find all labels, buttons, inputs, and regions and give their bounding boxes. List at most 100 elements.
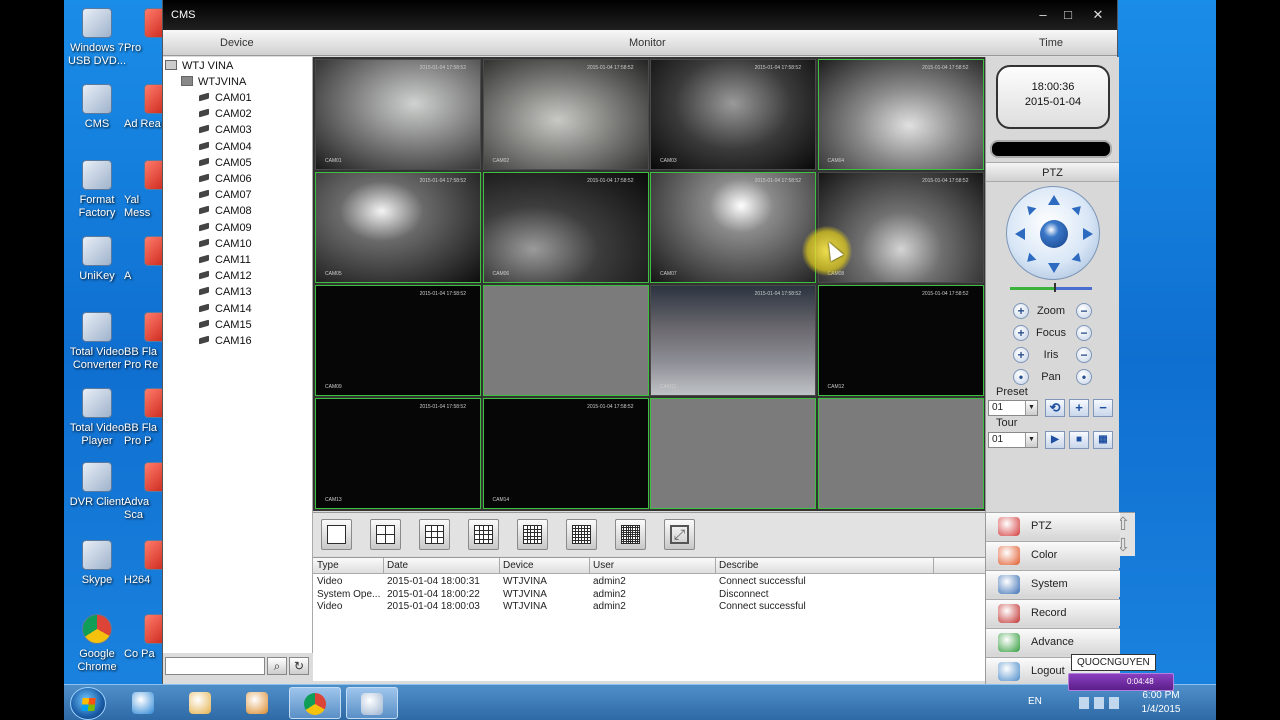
camera-view-cam06[interactable]: 2015-01-04 17:58:52 CAM06 <box>482 172 649 283</box>
camera-view-cam12[interactable]: 2015-01-04 17:58:52 CAM12 <box>817 285 984 396</box>
layout-25-button[interactable] <box>517 519 548 550</box>
flag-icon[interactable] <box>1109 697 1119 709</box>
camera-view-cam14[interactable]: 2015-01-04 17:58:52 CAM14 <box>482 398 649 509</box>
arrow-right-icon[interactable] <box>1083 228 1093 240</box>
tour-grid-icon[interactable]: ▦ <box>1093 431 1113 449</box>
preset-select[interactable]: 01 ▼ <box>988 400 1038 416</box>
layout-fullscreen-button[interactable]: ⤢ <box>664 519 695 550</box>
desktop-shortcut[interactable]: Pro <box>124 8 174 55</box>
layout-9-button[interactable] <box>419 519 450 550</box>
arrow-up-left-icon[interactable] <box>1023 202 1037 216</box>
ptz-center-button[interactable] <box>1040 220 1068 248</box>
tour-play-icon[interactable]: ▶ <box>1045 431 1065 449</box>
desktop-shortcut[interactable]: Ad Rea <box>124 84 174 131</box>
table-row[interactable]: Video 2015-01-04 18:00:03 WTJVINA admin2 Con… <box>313 601 985 614</box>
tree-camera-cam15[interactable]: CAM15 <box>199 317 252 333</box>
tree-camera-cam16[interactable]: CAM16 <box>199 333 252 349</box>
taskbar-app-cms[interactable] <box>346 687 398 719</box>
camera-view-cam10[interactable] <box>482 285 649 396</box>
tree-camera-cam09[interactable]: CAM09 <box>199 220 252 236</box>
menu-color[interactable]: Color <box>986 541 1120 568</box>
taskbar-app-media-player[interactable] <box>232 687 284 719</box>
menu-advance[interactable]: Advance <box>986 628 1120 655</box>
camera-view-cam03[interactable]: 2015-01-04 17:58:52 CAM03 <box>650 59 816 170</box>
focus-decrease-icon[interactable]: − <box>1076 325 1092 341</box>
log-column-describe[interactable]: Describe <box>719 560 758 571</box>
desktop-shortcut[interactable]: CMS <box>64 84 130 131</box>
tree-camera-cam14[interactable]: CAM14 <box>199 301 252 317</box>
desktop-shortcut[interactable]: Total Video Converter <box>64 312 130 372</box>
media-mini-player[interactable]: 0:04:48 <box>1068 673 1174 691</box>
arrow-up-icon[interactable] <box>1048 195 1060 205</box>
maximize-button[interactable]: □ <box>1061 8 1075 22</box>
table-row[interactable]: Video 2015-01-04 18:00:31 WTJVINA admin2 Con… <box>313 576 985 589</box>
minimize-button[interactable]: – <box>1036 8 1050 22</box>
ptz-speed-slider[interactable] <box>1010 283 1092 292</box>
layout-36-button[interactable] <box>566 519 597 550</box>
table-row[interactable]: System Ope... 2015-01-04 18:00:22 WTJVINA a… <box>313 589 985 602</box>
desktop-shortcut[interactable]: Format Factory <box>64 160 130 220</box>
preset-call-icon[interactable]: ⟲ <box>1045 399 1065 417</box>
camera-view-cam07[interactable]: 2015-01-04 17:58:52 CAM07 <box>650 172 816 283</box>
pan-decrease-icon[interactable]: • <box>1076 369 1092 385</box>
tree-camera-cam10[interactable]: CAM10 <box>199 236 252 252</box>
log-column-date[interactable]: Date <box>387 560 408 571</box>
tree-camera-cam04[interactable]: CAM04 <box>199 139 252 155</box>
desktop-shortcut[interactable]: BB Fla Pro P <box>124 388 174 448</box>
tree-camera-cam03[interactable]: CAM03 <box>199 122 252 138</box>
desktop-shortcut[interactable]: Total Video Player <box>64 388 130 448</box>
layout-64-button[interactable] <box>615 519 646 550</box>
slider-handle[interactable] <box>1054 283 1056 292</box>
camera-view-cam05[interactable]: 2015-01-04 17:58:52 CAM05 <box>315 172 481 283</box>
preset-remove-icon[interactable]: − <box>1093 399 1113 417</box>
log-column-user[interactable]: User <box>593 560 614 571</box>
tree-camera-cam08[interactable]: CAM08 <box>199 203 252 219</box>
zoom-decrease-icon[interactable]: − <box>1076 303 1092 319</box>
taskbar-app-internet-explorer[interactable] <box>118 687 170 719</box>
tree-root[interactable]: WTJ VINA <box>165 58 233 74</box>
search-input[interactable] <box>165 657 265 675</box>
camera-view-cam16[interactable] <box>817 398 984 509</box>
search-icon[interactable]: ⌕ <box>267 657 287 675</box>
tree-camera-cam01[interactable]: CAM01 <box>199 90 252 106</box>
tree-camera-cam07[interactable]: CAM07 <box>199 187 252 203</box>
camera-view-cam04[interactable]: 2015-01-04 17:58:52 CAM04 <box>817 59 984 170</box>
camera-view-cam13[interactable]: 2015-01-04 17:58:52 CAM13 <box>315 398 481 509</box>
desktop-shortcut[interactable]: Co Pa <box>124 614 174 661</box>
taskbar-clock[interactable]: 6:00 PM 1/4/2015 <box>1126 689 1196 717</box>
tree-camera-cam02[interactable]: CAM02 <box>199 106 252 122</box>
tree-camera-cam11[interactable]: CAM11 <box>199 252 251 268</box>
layout-4-button[interactable] <box>370 519 401 550</box>
layout-1-button[interactable] <box>321 519 352 550</box>
taskbar-app-file-explorer[interactable] <box>175 687 227 719</box>
desktop-shortcut[interactable]: UniKey <box>64 236 130 283</box>
desktop-shortcut[interactable]: Windows 7 USB DVD... <box>64 8 130 68</box>
desktop-shortcut[interactable]: Skype <box>64 540 130 587</box>
menu-record[interactable]: Record <box>986 599 1120 626</box>
arrow-down-icon[interactable] <box>1048 263 1060 273</box>
tree-camera-cam13[interactable]: CAM13 <box>199 284 252 300</box>
tree-camera-cam12[interactable]: CAM12 <box>199 268 252 284</box>
tree-camera-cam06[interactable]: CAM06 <box>199 171 252 187</box>
title-bar[interactable]: CMS – □ ✕ <box>163 0 1117 30</box>
preset-add-icon[interactable]: + <box>1069 399 1089 417</box>
tour-select[interactable]: 01 ▼ <box>988 432 1038 448</box>
taskbar-app-chrome[interactable] <box>289 687 341 719</box>
desktop-shortcut[interactable]: Yal Mess <box>124 160 174 220</box>
tree-device[interactable]: WTJVINA <box>181 74 246 90</box>
close-button[interactable]: ✕ <box>1091 8 1105 22</box>
log-column-type[interactable]: Type <box>317 560 339 571</box>
desktop-shortcut[interactable]: Google Chrome <box>64 614 130 674</box>
menu-system[interactable]: System <box>986 570 1120 597</box>
arrow-up-right-icon[interactable] <box>1071 202 1085 216</box>
desktop-shortcut[interactable]: DVR Client <box>64 462 130 509</box>
arrow-down-left-icon[interactable] <box>1023 252 1037 266</box>
camera-view-cam15[interactable] <box>650 398 816 509</box>
menu-ptz[interactable]: PTZ <box>986 512 1120 539</box>
refresh-icon[interactable]: ↻ <box>289 657 309 675</box>
camera-view-cam11[interactable]: 2015-01-04 17:58:52 CAM11 <box>650 285 816 396</box>
log-column-device[interactable]: Device <box>503 560 534 571</box>
iris-decrease-icon[interactable]: − <box>1076 347 1092 363</box>
tree-camera-cam05[interactable]: CAM05 <box>199 155 252 171</box>
ptz-direction-pad[interactable] <box>1006 186 1100 280</box>
